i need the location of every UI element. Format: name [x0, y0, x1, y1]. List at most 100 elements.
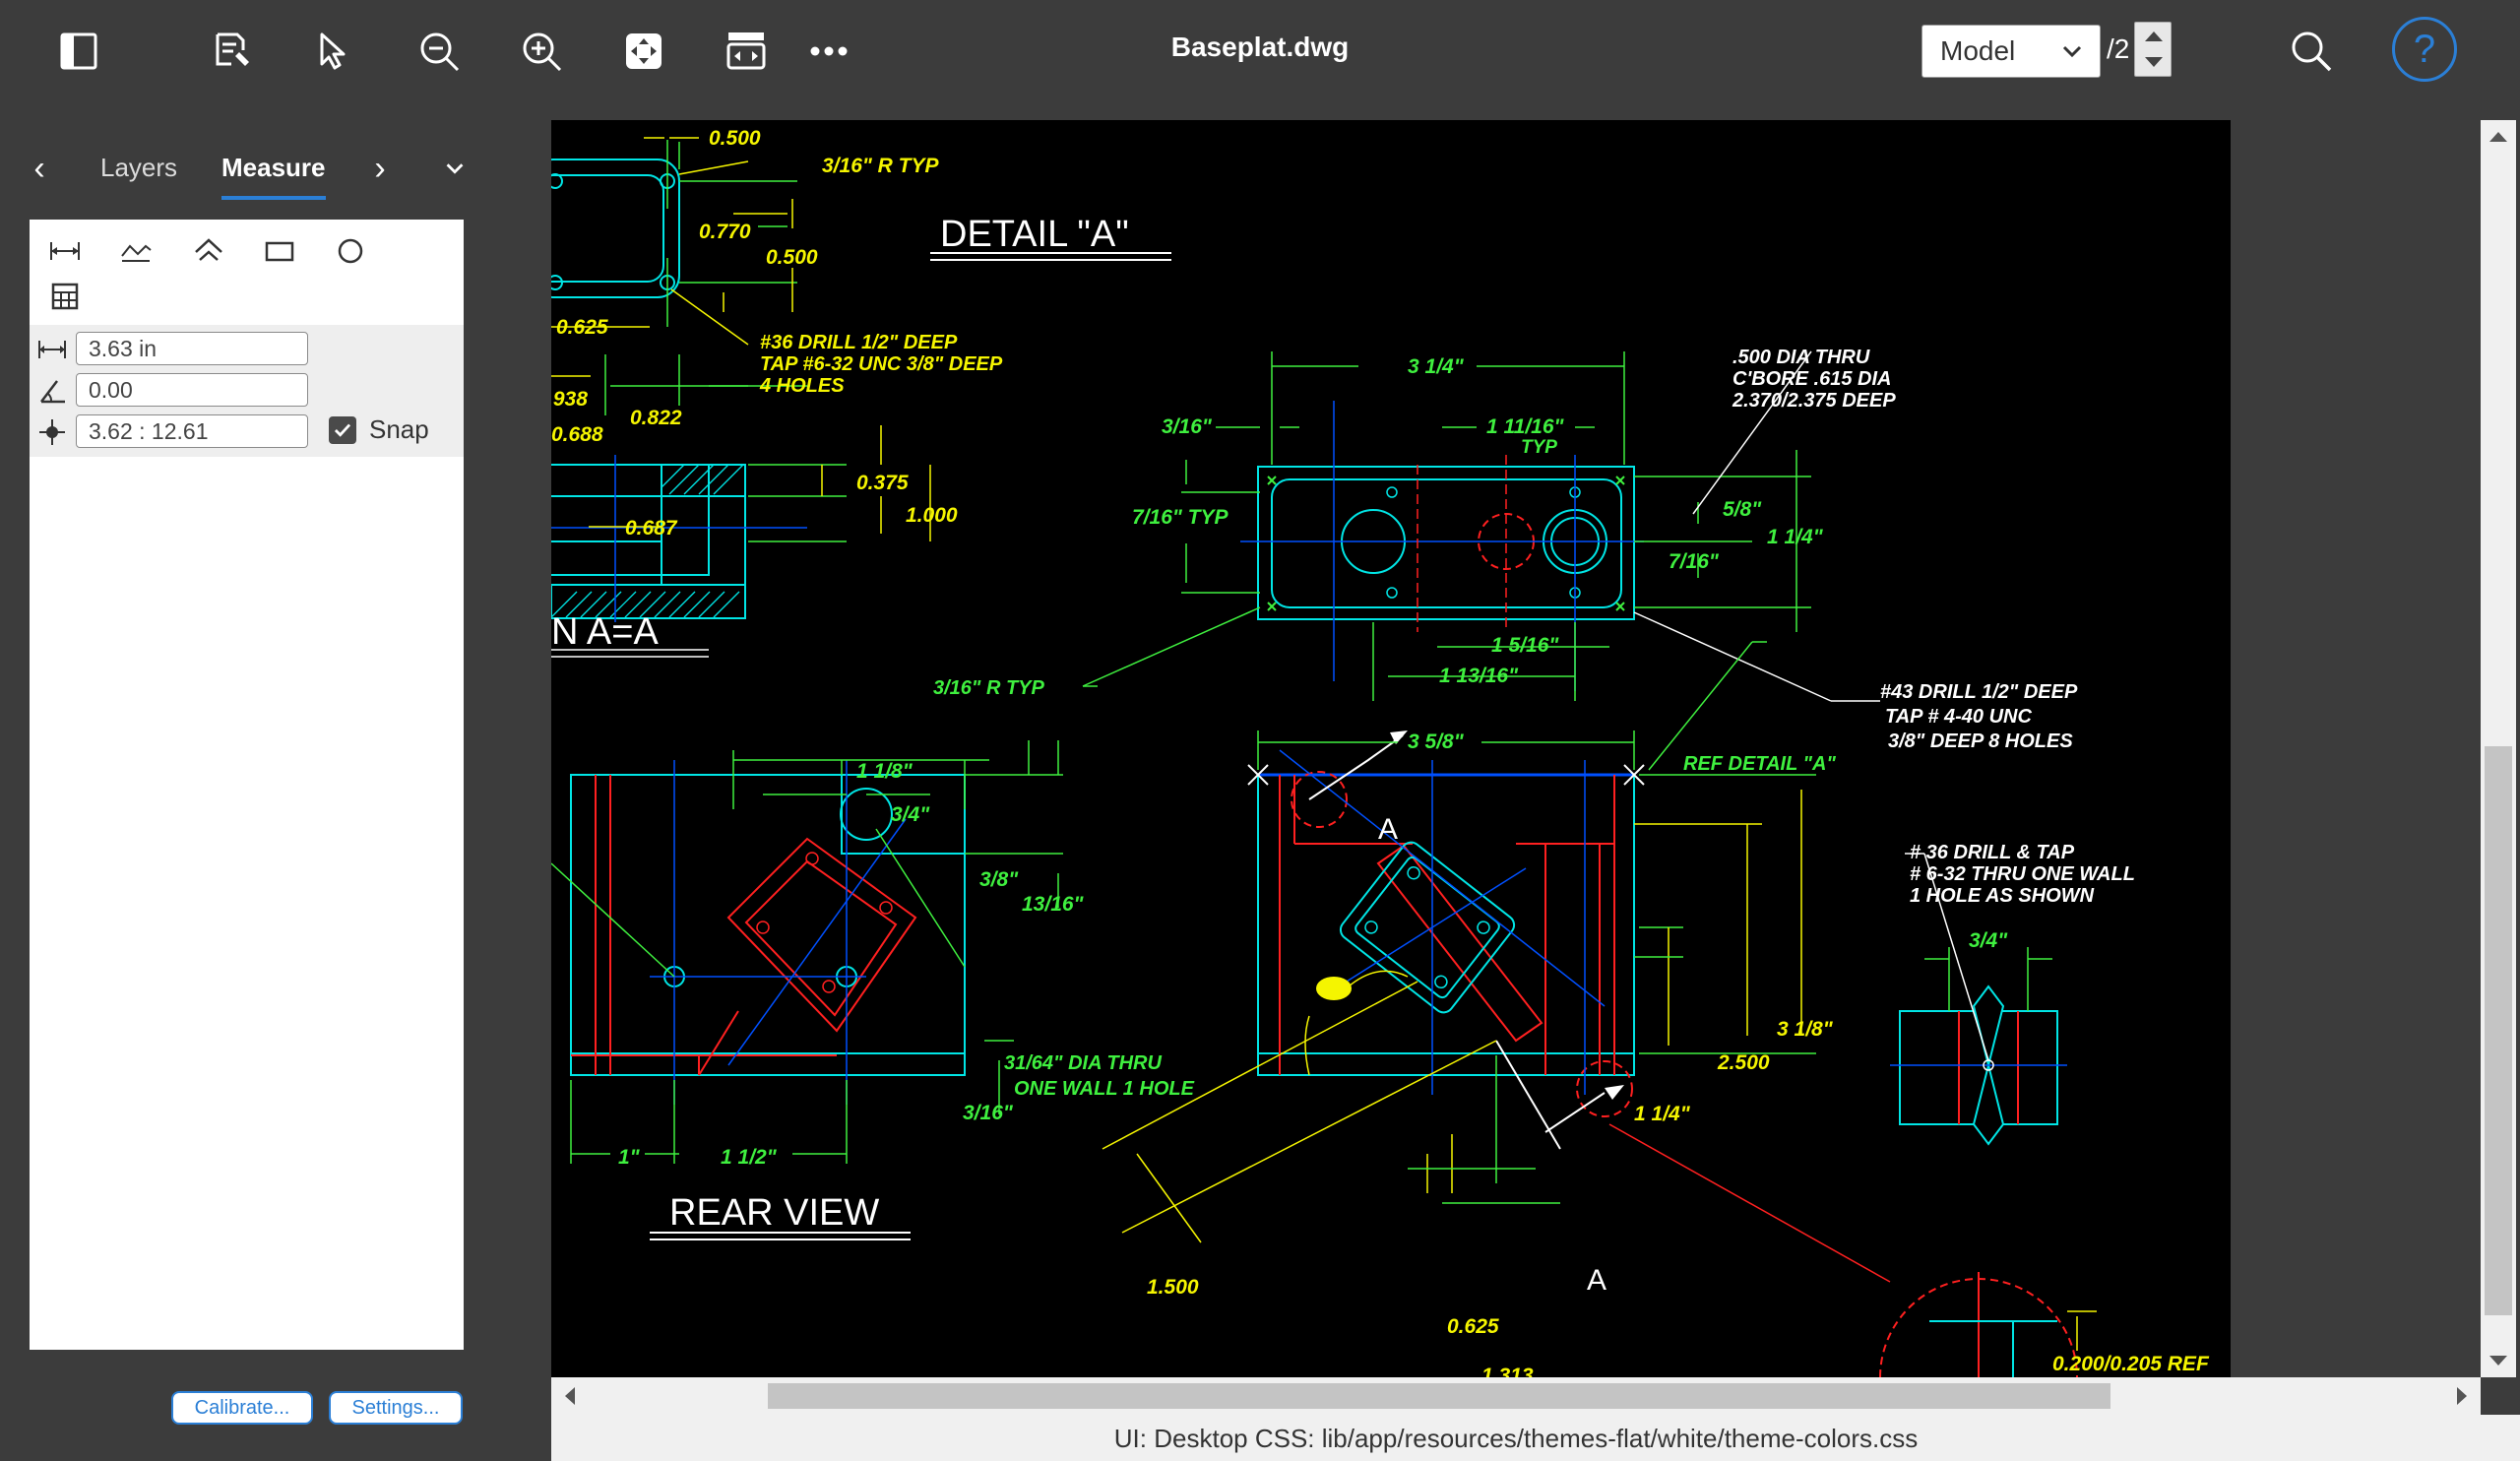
zoom-in-button[interactable]: [512, 22, 571, 81]
tabs-next-button[interactable]: ›: [360, 149, 400, 188]
snap-checkbox[interactable]: [329, 416, 356, 444]
label-dim-0938: .938: [551, 388, 588, 411]
label-rear-view: REAR VIEW: [669, 1192, 879, 1234]
snap-label: Snap: [369, 414, 429, 444]
coordinate-row: 3.62 : 12.61 Snap: [30, 413, 464, 450]
measure-rectangle-tool[interactable]: [258, 231, 301, 271]
active-tab-indicator: [221, 196, 326, 200]
tab-measure[interactable]: Measure: [221, 153, 326, 200]
page-total: /2: [2107, 33, 2130, 64]
distance-icon: [50, 242, 80, 260]
page-width-icon: [726, 32, 766, 70]
status-bar: UI: Desktop CSS: lib/app/resources/theme…: [551, 1415, 2520, 1461]
tabs-menu-button[interactable]: [435, 149, 474, 188]
scroll-up-icon[interactable]: [2489, 132, 2507, 142]
markup-button[interactable]: [203, 22, 262, 81]
vertical-scroll-thumb[interactable]: [2485, 746, 2512, 1315]
label-dim-2500: 2.500: [1717, 1051, 1770, 1074]
label-dim-1-1-4-r: 1 1/4": [1767, 526, 1824, 548]
chevron-left-icon: ‹: [33, 149, 45, 187]
page-up-icon[interactable]: [2145, 32, 2163, 41]
panel-toggle-icon: [60, 32, 97, 70]
zoom-out-button[interactable]: [410, 22, 469, 81]
label-dia-note-1: .500 DIA THRU: [1732, 347, 1870, 368]
tabs-prev-button[interactable]: ‹: [20, 149, 59, 188]
horizontal-scrollbar[interactable]: [551, 1377, 2481, 1415]
circle-icon: [338, 238, 363, 264]
label-dim-7-16-typ: 7/16" TYP: [1132, 506, 1228, 529]
label-drill-43-1: #43 DRILL 1/2" DEEP: [1880, 681, 2078, 703]
label-dim-1000: 1.000: [906, 504, 958, 527]
select-pointer-icon: [320, 32, 346, 70]
page-spinner[interactable]: [2134, 22, 2172, 77]
calibrate-button[interactable]: Calibrate...: [171, 1391, 313, 1425]
label-r-typ-top: 3/16" R TYP: [822, 155, 939, 177]
measure-area-tool[interactable]: [187, 231, 230, 271]
label-dia-note-2: C'BORE .615 DIA: [1732, 368, 1891, 390]
angle-field[interactable]: 0.00: [76, 373, 308, 407]
horizontal-scroll-thumb[interactable]: [768, 1383, 2110, 1409]
scroll-left-icon[interactable]: [565, 1387, 575, 1405]
label-dim-1500: 1.500: [1147, 1276, 1199, 1299]
measure-circle-tool[interactable]: [329, 231, 372, 271]
select-button[interactable]: [303, 22, 362, 81]
more-button[interactable]: [799, 22, 858, 81]
fit-view-icon: [626, 33, 662, 69]
label-dim-3-4: 3/4": [891, 803, 930, 826]
drawing-canvas[interactable]: DETAIL "A" N A=A REAR VIEW 0.500 3/16" R…: [551, 120, 2231, 1377]
layout-select[interactable]: Model: [1922, 25, 2101, 78]
left-panel: ‹ Layers Measure › 3.63 in 0.00 3.62: 1…: [0, 103, 551, 1461]
label-dim-0500b: 0.500: [766, 246, 818, 269]
coordinate-field[interactable]: 3.62 : 12.61: [76, 414, 308, 448]
zoom-out-icon: [420, 32, 460, 72]
label-dim-1in: 1": [618, 1146, 641, 1169]
label-dim-1313: 1.313: [1481, 1365, 1534, 1377]
label-cut-a-bottom: A: [1587, 1264, 1606, 1297]
measure-pane: 3.63 in 0.00 3.62 : 12.61 Snap: [30, 220, 464, 1350]
label-dia-note-3: 2.370/2.375 DEEP: [1732, 390, 1896, 412]
polyline-icon: [121, 244, 152, 262]
fit-view-button[interactable]: [614, 22, 673, 81]
label-dim-1-5-16: 1 5/16": [1491, 634, 1559, 657]
distance-field[interactable]: 3.63 in: [76, 332, 308, 365]
measure-grid-tool[interactable]: [43, 277, 87, 316]
label-dim-13-16: 13/16": [1022, 893, 1085, 916]
page-width-button[interactable]: [717, 22, 776, 81]
rectangle-icon: [265, 241, 294, 262]
scroll-right-icon[interactable]: [2457, 1387, 2467, 1405]
distance-icon: [38, 341, 66, 358]
help-button[interactable]: ?: [2392, 17, 2457, 82]
label-typ: TYP: [1521, 437, 1557, 458]
search-button[interactable]: [2282, 22, 2341, 81]
cad-viewer-app: Baseplat.dwg Model /2 ? ‹ Layers Measure…: [0, 0, 2520, 1461]
tab-layers[interactable]: Layers: [100, 153, 177, 183]
page-down-icon[interactable]: [2145, 57, 2163, 67]
label-drill-tap-3: 1 HOLE AS SHOWN: [1910, 885, 2095, 907]
top-toolbar: Baseplat.dwg Model /2 ?: [0, 0, 2520, 103]
measure-distance-tool[interactable]: [43, 231, 87, 271]
panel-toggle-button[interactable]: [49, 22, 108, 81]
measure-polyline-tool[interactable]: [114, 231, 158, 271]
checkmark-icon: [334, 423, 351, 437]
label-dim-3-1-8: 3 1/8": [1777, 1018, 1834, 1041]
scroll-down-icon[interactable]: [2489, 1356, 2507, 1366]
label-drill-43-2: TAP # 4-40 UNC: [1885, 706, 2032, 728]
label-detail-a: DETAIL "A": [940, 214, 1129, 255]
label-dia-64-2: ONE WALL 1 HOLE: [1014, 1078, 1195, 1100]
front-view: [1102, 641, 1891, 1283]
top-left-view: [551, 137, 931, 658]
label-dim-1-1-4-b: 1 1/4": [1634, 1103, 1691, 1125]
vertical-scrollbar[interactable]: [2481, 120, 2516, 1377]
label-dim-0625: 0.625: [556, 316, 608, 339]
settings-button[interactable]: Settings...: [329, 1391, 463, 1425]
label-drill-36-2: TAP #6-32 UNC 3/8" DEEP: [760, 353, 1003, 375]
label-dim-3-1-4: 3 1/4": [1408, 355, 1465, 378]
panel-tabs: ‹ Layers Measure ›: [0, 143, 551, 212]
detail-a-view: [930, 252, 1880, 702]
document-title: Baseplat.dwg: [1170, 32, 1350, 62]
search-icon: [2292, 32, 2332, 72]
grid-icon: [51, 283, 79, 310]
label-dim-0770: 0.770: [699, 221, 751, 243]
more-icon: [810, 46, 848, 56]
label-dim-3-5-8: 3 5/8": [1408, 730, 1465, 753]
